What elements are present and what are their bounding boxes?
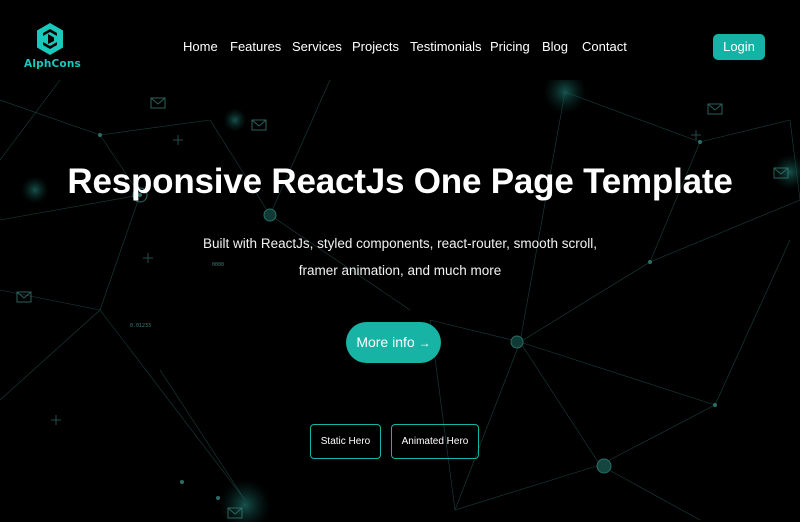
more-info-button[interactable]: More info → (346, 322, 441, 363)
animated-hero-button[interactable]: Animated Hero (391, 424, 479, 459)
hero-subtitle: Built with ReactJs, styled components, r… (203, 236, 597, 278)
nav-item-projects[interactable]: Projects (352, 39, 399, 54)
top-navigation: AlphCons Home Features Services Projects… (0, 0, 800, 80)
static-hero-button[interactable]: Static Hero (310, 424, 381, 459)
mail-icon (16, 291, 32, 303)
mail-icon (251, 119, 267, 131)
nav-item-blog[interactable]: Blog (542, 39, 568, 54)
mail-icon (150, 97, 166, 109)
brand-name: AlphCons (24, 58, 81, 70)
brand-logo[interactable]: AlphCons (24, 22, 81, 74)
nav-item-features[interactable]: Features (230, 39, 281, 54)
arrow-right-icon: → (418, 336, 431, 350)
nav-item-contact[interactable]: Contact (582, 39, 627, 54)
decor-number: 0.01233 (130, 323, 151, 329)
hero-title: Responsive ReactJs One Page Template (67, 162, 733, 201)
nav-item-home[interactable]: Home (183, 39, 218, 54)
nav-item-pricing[interactable]: Pricing (490, 39, 530, 54)
hexagon-logo-icon (37, 23, 63, 55)
nav-item-services[interactable]: Services (292, 39, 342, 54)
nav-item-testimonials[interactable]: Testimonials (410, 39, 482, 54)
mail-icon (707, 103, 723, 115)
more-info-label: More info (356, 334, 415, 350)
login-button[interactable]: Login (713, 34, 765, 60)
